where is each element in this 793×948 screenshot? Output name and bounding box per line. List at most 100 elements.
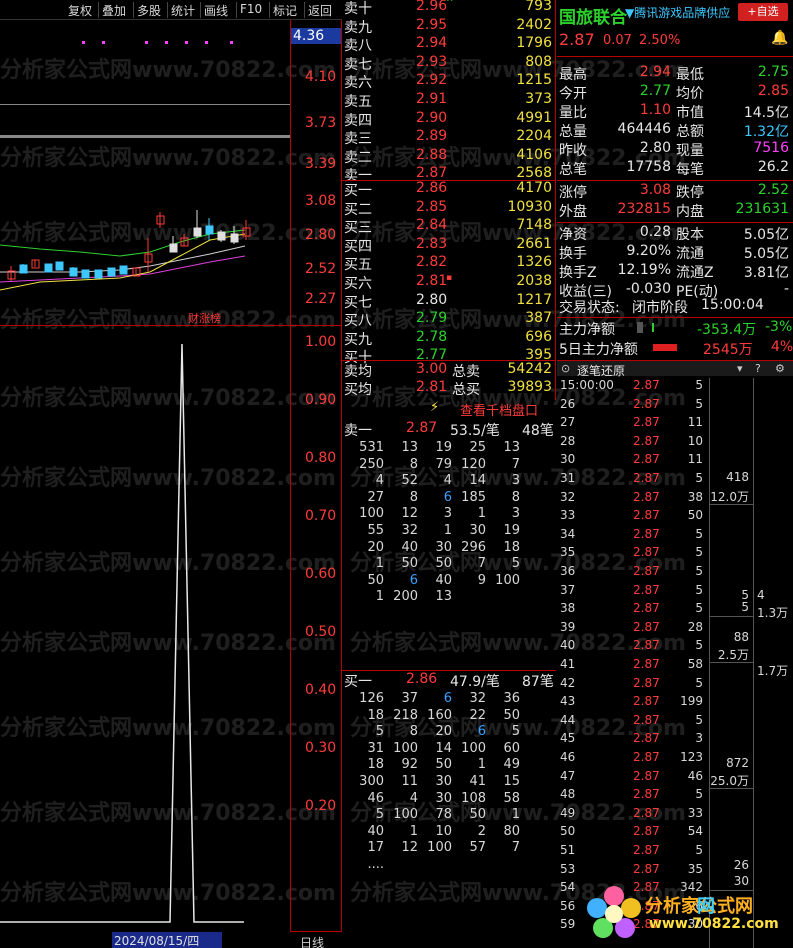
bid-row[interactable]: 买七 2.80 1217 <box>342 292 556 311</box>
ask-row[interactable]: 卖九 2.95 2402 <box>342 17 556 36</box>
settings-icon[interactable]: ⚙ <box>775 362 785 375</box>
tick-table[interactable]: ⊙ 逐笔还原 ▾ ? ⚙ 15:00:00 2.87 5 26 2.87 5 27 2.87 1… <box>557 360 793 948</box>
tick-price: 2.87 <box>633 750 660 764</box>
bid-row[interactable]: 买五 2.82 1326 <box>342 254 556 273</box>
bid-row[interactable]: 买六 2.81 ▪ 2038 <box>342 273 556 292</box>
book-label: 买六 <box>344 276 372 292</box>
add-watchlist-button[interactable]: +自选 <box>738 3 788 21</box>
tick-volume: 50 <box>687 508 703 523</box>
stat-row: 总笔 17758 每笔 26.2 <box>557 159 793 178</box>
toolbar-item[interactable]: 叠加 <box>102 2 126 19</box>
detail-cell: 57 <box>469 840 486 856</box>
toolbar-item[interactable]: 标记 <box>273 2 297 19</box>
detail-cell: 160 <box>427 707 452 723</box>
indicator-chart[interactable] <box>0 325 290 932</box>
detail-cell: 52 <box>401 473 418 489</box>
tick-volume: 5 <box>695 471 703 485</box>
detail-cell: 18 <box>367 707 384 723</box>
stat-label: 外盘 <box>559 204 587 220</box>
stat-label: 流通Z <box>676 265 714 281</box>
book-label: 买九 <box>344 331 372 348</box>
tick-volume: 5 <box>695 396 703 411</box>
ask-row[interactable]: 卖四 2.90 4991 <box>342 110 556 129</box>
period-label[interactable]: 日线 <box>300 934 324 948</box>
detail-cell: 9 <box>477 572 486 588</box>
ask-row[interactable]: 卖三 2.89 2204 <box>342 128 556 147</box>
stat-label: 最低 <box>676 67 704 83</box>
ask-row[interactable]: 卖二 2.88 4106 <box>342 147 556 166</box>
tick-volume: 58 <box>687 657 703 671</box>
detail-cell: 31 <box>367 740 384 756</box>
bid-row[interactable]: 买三 2.84 7148 <box>342 217 556 236</box>
tick-price: 2.87 <box>633 657 660 671</box>
detail-cell: 5 <box>375 807 384 823</box>
candle-body <box>119 265 128 275</box>
bid-row[interactable]: 买八 2.79 387 <box>342 310 556 329</box>
stat-label: 换手 <box>559 246 587 262</box>
book-volume: 387 <box>525 310 552 327</box>
collapse-icon[interactable]: ⊙ <box>561 362 570 375</box>
toolbar-item[interactable]: 多股 <box>137 2 161 19</box>
tick-volume: 11 <box>687 452 703 467</box>
bid-row[interactable]: 买二 2.85 10930 <box>342 199 556 218</box>
stat-label: 股本 <box>676 227 704 243</box>
book-volume: 1796 <box>516 35 552 52</box>
stat-value: 2.75 <box>757 64 789 80</box>
detail-cell: 200 <box>393 589 418 605</box>
tick-volume: 3 <box>695 731 703 746</box>
tick-group-line <box>709 504 753 505</box>
dropdown-icon[interactable]: ▾ <box>737 362 743 375</box>
tick-row: 51 2.87 5 <box>557 843 709 859</box>
detail-row: 126 37 6 32 36 <box>342 691 556 708</box>
total-buy-value: 39893 <box>507 379 552 395</box>
ask-row[interactable]: 卖六 2.92 1215 <box>342 72 556 91</box>
toolbar-item[interactable]: 统计 <box>171 2 195 19</box>
detail-cell: 10 <box>435 823 452 839</box>
tick-price: 2.87 <box>633 508 660 523</box>
toolbar-item[interactable]: 返回 <box>308 2 332 19</box>
detail-cell: 6 <box>443 691 452 706</box>
ask-row[interactable]: 卖十 2.96 ^ 793 <box>342 0 556 17</box>
candle-body <box>107 267 116 277</box>
detail-cell: 79 <box>435 456 452 472</box>
book-label: 买二 <box>344 201 372 218</box>
book-price: 2.79 <box>416 310 448 327</box>
detail-row: 5 100 78 50 1 <box>342 807 556 824</box>
trade-status-row: 交易状态: 闭市阶段 15:00:04 <box>559 297 764 316</box>
detail-cell: 7 <box>511 456 520 472</box>
flow-bar <box>652 323 654 332</box>
ask-row[interactable]: 卖五 2.91 373 <box>342 91 556 110</box>
bid-row[interactable]: 买一 2.86 4170 <box>342 180 556 199</box>
detail-cell: 46 <box>367 790 384 806</box>
bid-row[interactable]: 买九 2.78 696 <box>342 329 556 348</box>
detail-cell: 13 <box>401 440 418 455</box>
tick-time: 50 <box>560 824 576 839</box>
tick-group-amount: 5 <box>741 600 749 614</box>
bid-row[interactable]: 买四 2.83 2661 <box>342 236 556 255</box>
detail-cell: 4 <box>443 473 452 489</box>
detail-cell: 108 <box>461 790 486 806</box>
detail-cell: 6 <box>443 489 452 505</box>
price-tick: 3.08 <box>305 193 337 209</box>
detail-cell: 50 <box>469 807 486 823</box>
tick-row: 46 2.87 123 <box>557 750 709 766</box>
book-volume: 2204 <box>516 128 552 145</box>
candle-body <box>94 269 103 279</box>
ask-row[interactable]: 卖七 2.93 808 <box>342 54 556 73</box>
toolbar-item[interactable]: 画线 <box>204 2 228 19</box>
kline-chart[interactable]: 财涨榜 <box>0 20 290 325</box>
tick-volume: 11 <box>687 415 703 430</box>
toolbar-item[interactable]: 复权 <box>68 2 92 19</box>
detail-row: 250 8 79 120 7 <box>342 457 556 474</box>
indicator-axis: 1.00 0.90 0.80 0.70 0.60 0.50 0.40 0.30 0.20 <box>290 325 342 932</box>
tick-right-col: 4 1.3万 1.7万 <box>753 378 793 938</box>
bell-icon[interactable]: 🔔 <box>771 30 788 46</box>
stat-value: 2.80 <box>639 140 671 156</box>
ask-row[interactable]: 卖八 2.94 1796 <box>342 35 556 54</box>
stat-value: 1.10 <box>639 102 671 118</box>
qianfang-button[interactable]: ⚡ 查看千档盘口 <box>342 400 556 419</box>
toolbar-item[interactable]: F10 <box>240 2 262 16</box>
help-icon[interactable]: ? <box>755 362 761 375</box>
book-volume: 1326 <box>516 254 552 271</box>
tick-time: 34 <box>560 526 576 541</box>
